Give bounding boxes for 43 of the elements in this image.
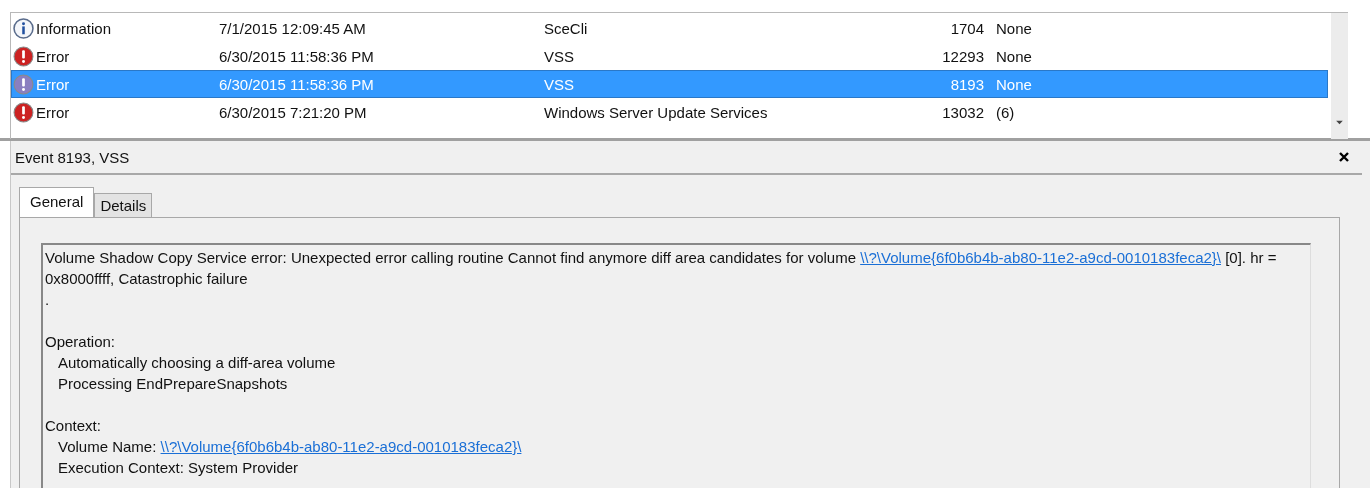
level-cell-text: Error [36, 47, 71, 65]
volume-name-label: Volume Name: [58, 438, 157, 455]
section-heading: Context: [45, 416, 102, 436]
event-id-cell-text: 13032 [941, 103, 984, 121]
task-category-cell: None [996, 19, 1032, 37]
level-cell-text: Information [36, 19, 113, 37]
source-cell-text: Windows Server Update Services [544, 103, 769, 121]
tab[interactable]: General [19, 187, 95, 217]
dot-text: . [45, 290, 51, 310]
event-title: Event 8193, VSS [15, 148, 130, 166]
level-cell-text: Error [36, 75, 71, 93]
message-text: Volume Shadow Copy Service error: Unexpected error calling routine Cannot find anymore diff area candidates for volume \\?\Volume{6f0b6b4b-ab80-11e2-a9cd-0010183feca2}\ [0]. hr = 0x8000ffff, Catastrophic failure [45, 248, 1278, 289]
scroll-down-icon[interactable] [1335, 120, 1344, 125]
error-icon [13, 101, 34, 123]
date-cell-text: 7/1/2015 12:09:45 AM [219, 19, 367, 37]
task-category-cell: None [996, 75, 1032, 93]
info-icon [13, 17, 34, 39]
date-cell-text: 6/30/2015 7:21:20 PM [219, 103, 368, 121]
operation-text: Processing EndPrepareSnapshots [57, 374, 289, 394]
event-id-cell-text: 1704 [949, 19, 984, 37]
event-id-cell-text: 12293 [941, 47, 984, 65]
execution-context-text: Execution Context: System Provider [57, 458, 300, 478]
event-row[interactable]: Error 6/30/2015 7:21:20 PM Windows Server Update Services 13032 (6) [11, 98, 1328, 126]
section-heading: Operation: [45, 332, 117, 352]
task-category-cell: None [996, 47, 1032, 65]
level-cell-text: Error [36, 103, 71, 121]
event-row[interactable]: Error 6/30/2015 11:58:36 PM VSS 12293 None [11, 42, 1328, 70]
volume-link[interactable]: \\?\Volume{6f0b6b4b-ab80-11e2-a9cd-0010183feca2}\ [860, 249, 1221, 266]
source-cell-text: VSS [544, 75, 575, 93]
tab[interactable]: Details [94, 193, 153, 217]
close-icon[interactable] [1338, 151, 1350, 163]
error-icon [13, 73, 34, 95]
source-cell-text: VSS [544, 47, 575, 65]
task-category-cell: (6) [996, 103, 1015, 121]
date-cell-text: 6/30/2015 11:58:36 PM [219, 75, 375, 93]
scrollbar[interactable] [1331, 13, 1348, 139]
volume-link[interactable]: \\?\Volume{6f0b6b4b-ab80-11e2-a9cd-0010183feca2}\ [160, 438, 522, 455]
source-cell-text: SceCli [544, 19, 589, 37]
operation-text: Automatically choosing a diff-area volume [57, 353, 337, 373]
error-icon [13, 45, 34, 67]
event-row[interactable]: Information 7/1/2015 12:09:45 AM SceCli 1704 None [11, 14, 1328, 42]
date-cell-text: 6/30/2015 11:58:36 PM [219, 47, 375, 65]
event-id-cell-text: 8193 [949, 75, 984, 93]
